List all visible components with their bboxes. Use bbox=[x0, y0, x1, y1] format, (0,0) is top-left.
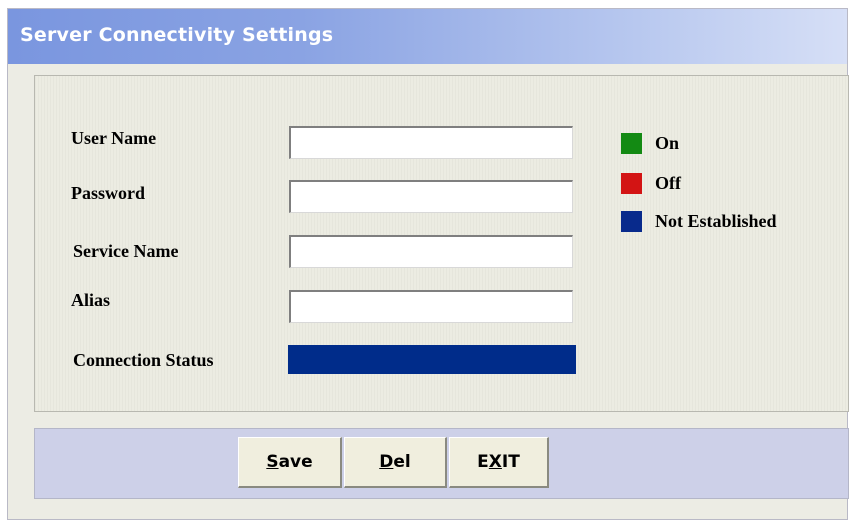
legend-swatch-on bbox=[621, 133, 642, 154]
legend-swatch-not-established bbox=[621, 211, 642, 232]
settings-window: Server Connectivity Settings User Name P… bbox=[7, 8, 849, 520]
password-input[interactable] bbox=[289, 180, 573, 213]
del-mnemonic: D bbox=[379, 452, 394, 472]
exit-mnemonic: X bbox=[488, 452, 502, 472]
legend-label-on: On bbox=[655, 133, 680, 153]
user-name-label: User Name bbox=[71, 128, 157, 148]
password-label: Password bbox=[71, 183, 146, 203]
connection-status-label: Connection Status bbox=[73, 350, 214, 370]
user-name-input[interactable] bbox=[289, 126, 573, 159]
exit-button[interactable]: E X IT bbox=[449, 437, 549, 488]
service-name-input[interactable] bbox=[289, 235, 573, 268]
save-button[interactable]: Save bbox=[238, 437, 342, 488]
del-label-rest: el bbox=[393, 452, 411, 472]
legend-swatch-off bbox=[621, 173, 642, 194]
legend-label-off: Off bbox=[655, 173, 681, 193]
alias-input[interactable] bbox=[289, 290, 573, 323]
exit-label-pre: E bbox=[477, 452, 489, 472]
window-title: Server Connectivity Settings bbox=[20, 24, 334, 46]
title-bar[interactable]: Server Connectivity Settings bbox=[8, 9, 847, 64]
connection-status-indicator bbox=[288, 345, 576, 374]
alias-label: Alias bbox=[71, 290, 111, 310]
service-name-label: Service Name bbox=[73, 241, 179, 261]
form-panel: User Name Password Service Name Alias Co… bbox=[34, 75, 849, 412]
save-mnemonic: S bbox=[266, 452, 279, 472]
exit-label-rest: IT bbox=[501, 452, 520, 472]
save-label-rest: ave bbox=[278, 452, 313, 472]
button-panel: Save Del E X IT bbox=[34, 428, 849, 499]
legend-label-not-established: Not Established bbox=[655, 211, 777, 231]
delete-button[interactable]: Del bbox=[344, 437, 447, 488]
